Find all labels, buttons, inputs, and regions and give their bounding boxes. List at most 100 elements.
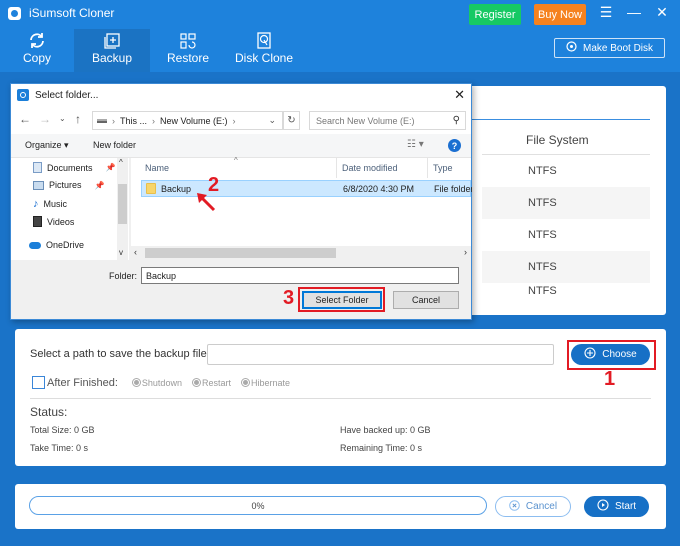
table-row[interactable]: NTFS (482, 155, 650, 187)
nav-restore[interactable]: Restore (150, 29, 226, 72)
dialog-cancel-button[interactable]: Cancel (393, 291, 459, 309)
annotation-arrow-icon (197, 193, 216, 212)
remaining-time: Remaining Time: 0 s (340, 443, 423, 453)
up-arrow-icon[interactable]: ↑ (75, 112, 81, 126)
radio-shutdown-label: Shutdown (141, 377, 182, 388)
top-bar: iSumsoft Cloner Copy Backup Restore Disk… (0, 0, 680, 72)
minimize-icon[interactable]: — (626, 4, 642, 20)
app-logo-icon (8, 6, 21, 20)
dialog-title-bar[interactable]: Select folder... ✕ (11, 84, 471, 106)
menu-icon[interactable]: ☰ (598, 4, 614, 20)
backup-path-input[interactable] (207, 344, 554, 365)
close-icon[interactable]: ✕ (654, 4, 670, 20)
play-circle-icon (597, 499, 609, 514)
radio-dot-icon (131, 378, 141, 387)
after-finished-checkbox[interactable] (32, 376, 45, 389)
cancel-button[interactable]: Cancel (495, 496, 571, 517)
folder-icon (146, 183, 156, 194)
table-row[interactable]: NTFS (482, 187, 650, 219)
progress-bar: 0% (29, 496, 487, 515)
status-title: Status: (30, 405, 68, 419)
scroll-down-icon[interactable]: v (119, 248, 123, 257)
scroll-up-icon[interactable]: ^ (119, 158, 123, 167)
file-list-hscrollbar[interactable]: ‹ › (131, 246, 471, 260)
column-divider[interactable] (427, 158, 428, 178)
have-backed-up: Have backed up: 0 GB (340, 425, 431, 435)
scrollbar-thumb[interactable] (118, 184, 127, 224)
take-time: Take Time: 0 s (30, 443, 89, 453)
radio-hibernate[interactable]: Hibernate (240, 378, 290, 388)
address-dropdown-icon[interactable]: ⌄ (268, 115, 276, 126)
search-input[interactable]: Search New Volume (E:) ⚲ (309, 111, 466, 130)
forward-arrow-icon[interactable]: → (39, 112, 51, 126)
x-circle-icon (509, 499, 520, 514)
file-date: 6/8/2020 4:30 PM (343, 184, 415, 194)
column-divider[interactable] (336, 158, 337, 178)
after-finished-label: After Finished: (47, 376, 118, 389)
refresh-icon[interactable]: ↻ (283, 111, 300, 130)
column-header-name[interactable]: Name (145, 163, 169, 173)
nav-pane-onedrive[interactable]: OneDrive (29, 240, 84, 250)
column-header-type[interactable]: Type (433, 163, 453, 173)
table-row[interactable]: NTFS (482, 251, 650, 283)
breadcrumb-separator-icon: › (152, 115, 156, 126)
scrollbar-thumb[interactable] (145, 248, 336, 258)
nav-pane-documents-label: Documents (47, 162, 93, 173)
radio-shutdown[interactable]: Shutdown (131, 377, 182, 388)
radio-restart[interactable]: Restart (191, 378, 231, 388)
breadcrumb-volume[interactable]: New Volume (E:) (160, 116, 228, 126)
scroll-right-icon[interactable]: › (464, 247, 467, 257)
radio-dot-icon (191, 378, 201, 387)
nav-disk-clone[interactable]: Disk Clone (226, 29, 302, 72)
app-window: iSumsoft Cloner Copy Backup Restore Disk… (0, 0, 680, 546)
nav-pane-documents[interactable]: Documents 📌 (33, 162, 116, 173)
start-button[interactable]: Start (584, 496, 649, 517)
navigation-pane: Documents 📌 Pictures 📌 ♪ Music Videos On… (11, 158, 129, 260)
table-row[interactable]: NTFS (482, 219, 650, 251)
sync-icon (28, 32, 46, 49)
annotation-highlight-3 (298, 287, 385, 312)
organize-menu[interactable]: Organize ▾ (25, 140, 69, 151)
column-header-date[interactable]: Date modified (342, 163, 398, 173)
dialog-app-icon (17, 89, 29, 101)
dialog-close-icon[interactable]: ✕ (454, 87, 465, 103)
status-divider (30, 398, 651, 399)
breadcrumb-separator-icon: › (112, 115, 115, 126)
view-options-icon[interactable]: ☷ ▾ (407, 139, 424, 150)
folder-input[interactable]: Backup (141, 267, 459, 284)
buy-now-button[interactable]: Buy Now (534, 4, 586, 25)
cancel-label: Cancel (525, 501, 558, 512)
nav-pane-videos[interactable]: Videos (33, 216, 74, 227)
new-folder-button[interactable]: New folder (93, 140, 136, 150)
nav-pane-pictures[interactable]: Pictures 📌 (33, 180, 104, 190)
backup-path-label: Select a path to save the backup file: (30, 348, 210, 360)
file-row-backup[interactable]: Backup 6/8/2020 4:30 PM File folder (141, 180, 472, 197)
sort-ascending-icon: ^ (234, 156, 238, 165)
start-label: Start (614, 501, 637, 512)
videos-icon (33, 216, 42, 227)
register-button[interactable]: Register (469, 4, 521, 25)
cloud-icon (29, 241, 41, 249)
radio-dot-icon (240, 378, 250, 387)
nav-pane-music[interactable]: ♪ Music (33, 198, 67, 210)
file-name: Backup (161, 184, 192, 194)
back-arrow-icon[interactable]: ← (19, 112, 31, 126)
nav-copy[interactable]: Copy (0, 29, 74, 72)
breadcrumb-this-pc[interactable]: This ... (120, 116, 147, 126)
nav-backup[interactable]: Backup (74, 29, 150, 72)
help-icon[interactable]: ? (448, 139, 461, 152)
file-system-column-header: File System (526, 133, 589, 147)
scroll-left-icon[interactable]: ‹ (134, 247, 137, 257)
recent-chevron-icon[interactable]: ⌄ (59, 114, 66, 123)
table-row[interactable]: NTFS (482, 283, 650, 299)
pictures-icon (33, 180, 44, 190)
make-boot-disk-button[interactable]: Make Boot Disk (554, 38, 665, 58)
restore-icon (180, 32, 196, 49)
progress-panel: 0% Cancel Start (15, 484, 666, 529)
annotation-highlight-1 (567, 340, 656, 370)
nav-pane-scrollbar[interactable]: ^ v (117, 158, 128, 260)
pin-icon: 📌 (94, 180, 105, 190)
address-bar[interactable]: › This ... › New Volume (E:) › ⌄ (92, 111, 283, 130)
backup-path-panel: Select a path to save the backup file: C… (15, 329, 666, 466)
nav-pane-pictures-label: Pictures (49, 180, 82, 190)
